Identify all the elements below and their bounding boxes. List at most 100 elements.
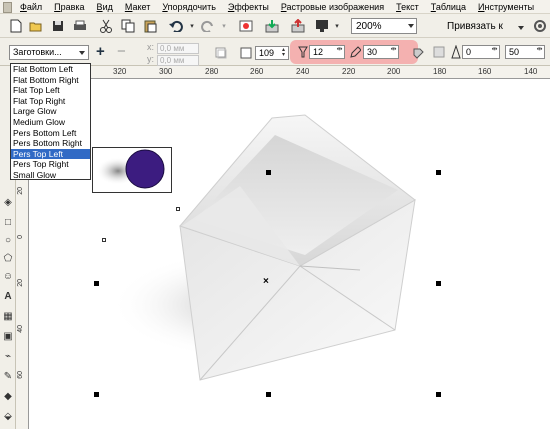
options-icon[interactable]: [532, 18, 548, 34]
menu-file[interactable]: Файл: [14, 2, 48, 12]
menu-arrange[interactable]: Упорядочить: [156, 2, 222, 12]
preset-option-small-glow[interactable]: Small Glow: [11, 170, 90, 181]
selection-handle[interactable]: [436, 170, 441, 175]
ruler-label: 60: [17, 371, 24, 379]
selection-handle[interactable]: [94, 392, 99, 397]
preset-option-medium-glow[interactable]: Medium Glow: [11, 117, 90, 128]
undo-icon[interactable]: [168, 18, 184, 34]
ruler-label: 20: [17, 187, 24, 195]
open-icon[interactable]: [28, 18, 44, 34]
basic-shapes-tool-icon[interactable]: ☺: [2, 270, 14, 282]
slider-icon[interactable]: ⇹: [390, 46, 397, 57]
fill-bucket-tool-icon[interactable]: ◆: [2, 390, 14, 402]
selection-handle[interactable]: [436, 392, 441, 397]
spinner-icon[interactable]: ▴ ▾: [280, 47, 287, 58]
table-tool-icon[interactable]: ▦: [2, 310, 14, 322]
preset-option-large-glow[interactable]: Large Glow: [11, 106, 90, 117]
opacity-field[interactable]: 109 ▴ ▾: [255, 46, 289, 60]
center-marker-icon[interactable]: ×: [263, 276, 269, 287]
slider-icon[interactable]: ⇹: [491, 46, 498, 57]
preset-option-flat-top-left[interactable]: Flat Top Left: [11, 85, 90, 96]
x-coordinate-field[interactable]: 0,0 мм: [157, 43, 199, 54]
preset-option-pers-bottom-left[interactable]: Pers Bottom Left: [11, 128, 90, 139]
preset-select[interactable]: Заготовки...: [9, 45, 89, 60]
shadow-origin-handle[interactable]: [176, 207, 180, 211]
app-launcher-dropdown-icon[interactable]: ▾: [329, 18, 345, 34]
preview-circle-icon: [96, 149, 165, 189]
slider-icon[interactable]: ⇹: [536, 46, 543, 57]
slider-icon[interactable]: ⇹: [336, 46, 343, 57]
app-launcher-icon[interactable]: [314, 18, 330, 34]
menu-effects[interactable]: Эффекты: [222, 2, 275, 12]
new-icon[interactable]: [8, 18, 24, 34]
menu-tools[interactable]: Инструменты: [472, 2, 540, 12]
ruler-label: 160: [478, 67, 492, 76]
import-icon[interactable]: [264, 18, 280, 34]
interactive-fill-tool-icon[interactable]: ⬙: [2, 410, 14, 422]
save-icon[interactable]: [50, 18, 66, 34]
text-tool-icon[interactable]: A: [2, 290, 14, 302]
preset-option-flat-top-right[interactable]: Flat Top Right: [11, 96, 90, 107]
shadow-color-field[interactable]: 0 ⇹: [462, 45, 500, 59]
menu-bitmaps[interactable]: Растровые изображения: [275, 2, 390, 12]
shadow-edge-icon[interactable]: [410, 45, 426, 61]
shadow-stretch-field[interactable]: 50 ⇹: [505, 45, 545, 59]
feather-direction-icon: [347, 44, 363, 60]
shadow-angle-icon[interactable]: [238, 45, 254, 61]
drawing-canvas[interactable]: ×: [30, 80, 550, 429]
zoom-select[interactable]: 200%: [351, 18, 417, 34]
export-icon[interactable]: [290, 18, 306, 34]
preset-preview: [92, 147, 172, 193]
print-icon[interactable]: [72, 18, 88, 34]
selection-handle[interactable]: [266, 392, 271, 397]
menu-layout[interactable]: Макет: [119, 2, 156, 12]
ellipse-tool-icon[interactable]: ○: [2, 234, 14, 246]
selection-handle[interactable]: [94, 281, 99, 286]
shadow-color-icon[interactable]: [432, 45, 448, 61]
preset-option-pers-top-right[interactable]: Pers Top Right: [11, 159, 90, 170]
preset-option-pers-top-left[interactable]: Pers Top Left: [11, 148, 90, 160]
y-coordinate-field[interactable]: 0,0 мм: [157, 55, 199, 66]
preset-option-pers-bottom-right[interactable]: Pers Bottom Right: [11, 138, 90, 149]
fill-tool-icon[interactable]: ◈: [2, 196, 14, 208]
menu-edit[interactable]: Правка: [48, 2, 90, 12]
delete-preset-button[interactable]: −: [117, 43, 126, 60]
polygon-tool-icon[interactable]: ⬠: [2, 252, 14, 264]
snap-to-label[interactable]: Привязать к: [447, 21, 503, 32]
menu-text[interactable]: Текст: [390, 2, 425, 12]
shadow-end-handle[interactable]: [102, 238, 106, 242]
ruler-label: 240: [296, 67, 310, 76]
selection-handle[interactable]: [436, 281, 441, 286]
menu-view[interactable]: Вид: [91, 2, 119, 12]
shadow-color-swatch-icon[interactable]: [213, 45, 229, 61]
blend-tool-icon[interactable]: ▣: [2, 330, 14, 342]
envelope-drawing[interactable]: [30, 80, 550, 429]
ruler-label: 260: [250, 67, 264, 76]
redo-icon[interactable]: [200, 18, 216, 34]
preset-option-flat-bottom-left[interactable]: Flat Bottom Left: [11, 64, 90, 75]
copy-icon[interactable]: [120, 18, 136, 34]
selection-handle[interactable]: [266, 170, 271, 175]
feather-direction-field[interactable]: 30 ⇹: [363, 45, 399, 59]
search-content-icon[interactable]: [238, 18, 254, 34]
ruler-label: 300: [159, 67, 173, 76]
horizontal-ruler[interactable]: 320 300 280 260 240 220 200 180 160 140: [16, 66, 550, 79]
undo-dropdown-icon[interactable]: ▾: [184, 18, 200, 34]
standard-toolbar: ▾ ▾ ▾ 200% Привязать к: [0, 14, 550, 38]
rectangle-tool-icon[interactable]: □: [2, 216, 14, 228]
cut-icon[interactable]: [98, 18, 114, 34]
paste-icon[interactable]: [142, 18, 158, 34]
add-preset-button[interactable]: +: [96, 43, 105, 60]
eyedropper-tool-icon[interactable]: ⌁: [2, 350, 14, 362]
redo-dropdown-icon[interactable]: ▾: [216, 18, 232, 34]
preset-dropdown-list[interactable]: Flat Bottom Left Flat Bottom Right Flat …: [10, 63, 91, 180]
feather-field[interactable]: 12 ⇹: [309, 45, 345, 59]
x-label: x:: [147, 42, 155, 52]
chevron-down-icon: [79, 51, 85, 55]
shadow-stretch-value: 50: [509, 47, 520, 57]
snap-dropdown-icon[interactable]: [518, 26, 524, 30]
outline-tool-icon[interactable]: ✎: [2, 370, 14, 382]
preset-option-flat-bottom-right[interactable]: Flat Bottom Right: [11, 75, 90, 86]
menu-table[interactable]: Таблица: [425, 2, 472, 12]
ruler-label: 20: [17, 279, 24, 287]
